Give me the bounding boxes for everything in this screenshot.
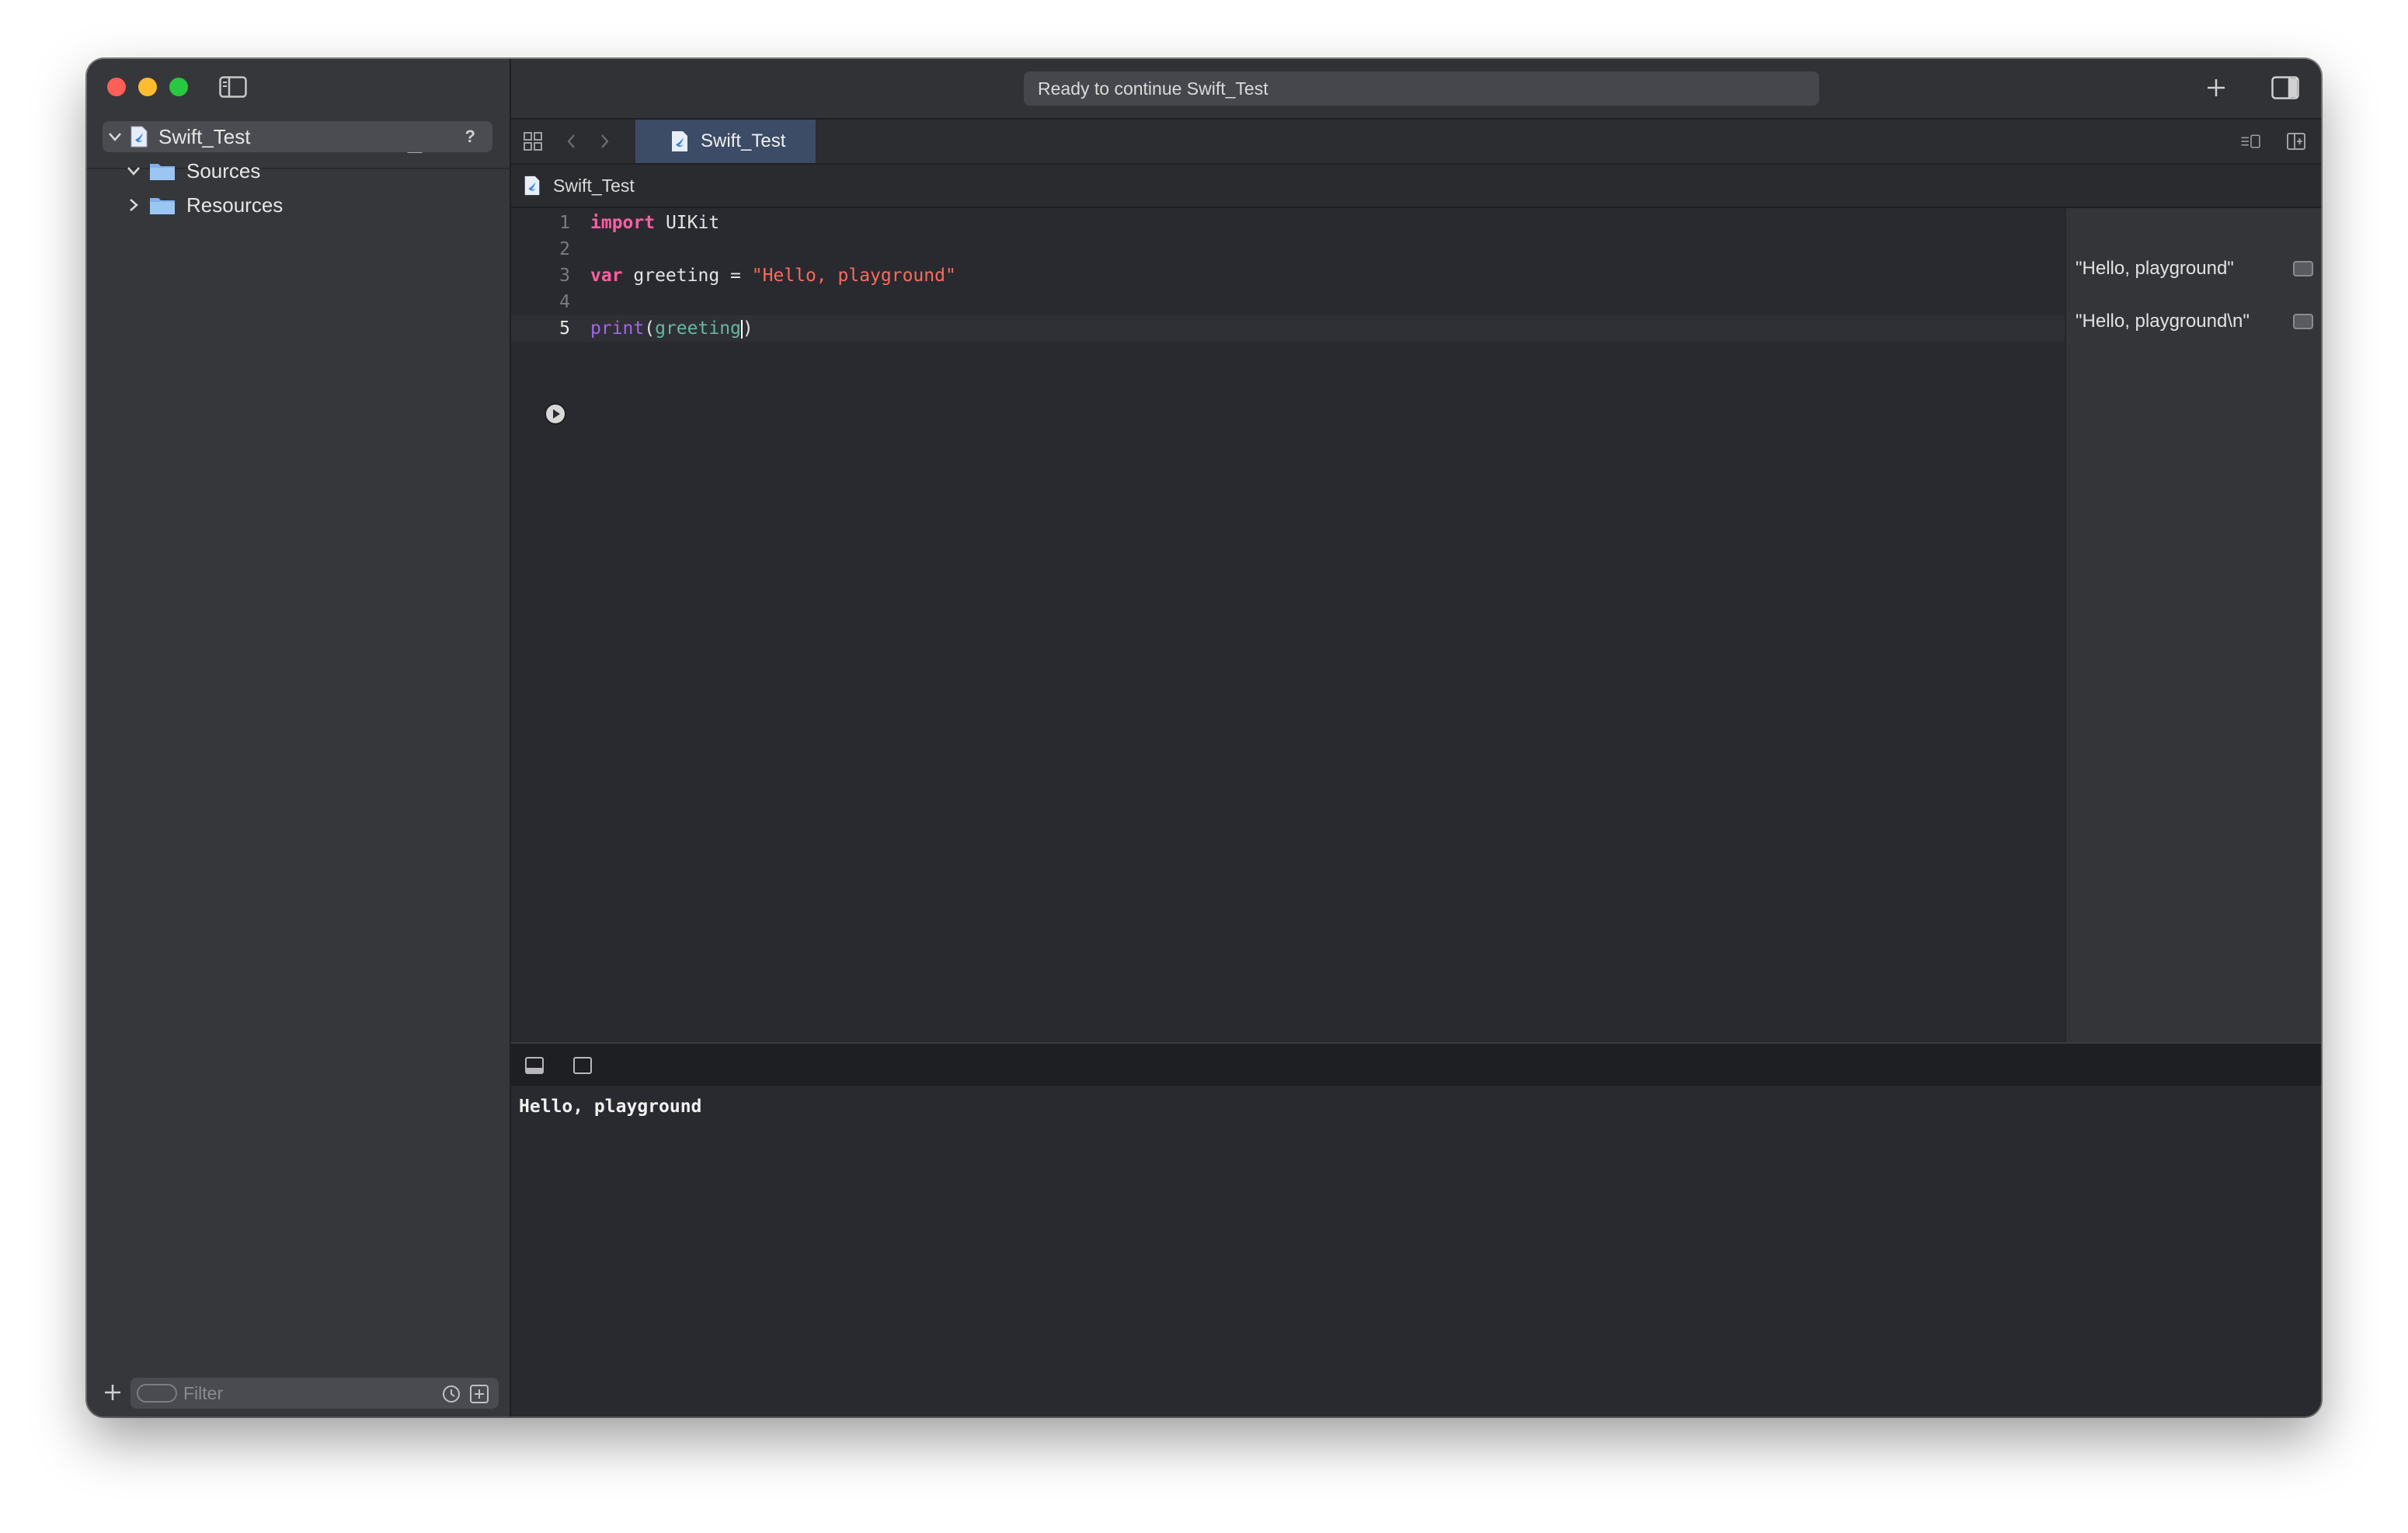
code-text: ) <box>742 318 753 339</box>
tab-label: Swift_Test <box>701 130 786 151</box>
sidebar-toggle-icon[interactable] <box>219 76 247 98</box>
sidebar-item-label: Resources <box>186 193 284 217</box>
close-window-button[interactable] <box>107 78 126 96</box>
code-line[interactable]: 2 <box>511 236 2065 262</box>
playground-file-icon <box>672 131 687 151</box>
code-text: ( <box>644 318 656 339</box>
related-items-grid-icon[interactable] <box>522 130 544 152</box>
scm-filter-icon[interactable] <box>469 1384 489 1404</box>
line-number: 3 <box>559 266 570 286</box>
breadcrumb[interactable]: Swift_Test <box>511 165 2321 208</box>
titlebar-left <box>87 59 510 118</box>
breadcrumb-item[interactable]: Swift_Test <box>553 176 635 196</box>
library-plus-icon[interactable] <box>2204 76 2228 99</box>
quick-look-icon[interactable] <box>2293 261 2313 276</box>
debug-bar <box>511 1042 2321 1087</box>
project-row-swift-test[interactable]: Swift_Test ? <box>103 121 492 152</box>
playground-file-icon <box>130 126 148 148</box>
tab-swift-test[interactable]: Swift_Test <box>635 120 816 163</box>
string-literal: "Hello, playground" <box>751 266 956 286</box>
sidebar-filter-bar: Filter <box>87 1371 510 1417</box>
chevron-down-icon[interactable] <box>106 127 124 146</box>
inspector-toggle-icon[interactable] <box>2271 76 2299 99</box>
line-number: 2 <box>559 239 570 259</box>
editor-area: Ready to continue Swift_Test Swift_Test … <box>511 59 2321 1417</box>
hide-debug-area-icon[interactable] <box>524 1055 545 1076</box>
line-number: 1 <box>559 213 570 233</box>
recent-files-clock-icon[interactable] <box>441 1384 461 1404</box>
folder-icon <box>150 164 175 180</box>
navigator-sidebar: Swift_Test ? Sources Resources Filter <box>87 59 511 1417</box>
toolbar: Ready to continue Swift_Test <box>511 59 2321 120</box>
console-toggle-icon[interactable] <box>572 1055 593 1076</box>
line-number: 5 <box>559 318 570 339</box>
code-line[interactable]: 1 import UIKit <box>511 210 2065 236</box>
console-output: Hello, playground <box>519 1097 702 1117</box>
sidebar-item-sources[interactable]: Sources <box>124 155 260 186</box>
code-text: greeting = <box>622 266 752 286</box>
project-name: Swift_Test <box>158 124 251 148</box>
sidebar-item-resources[interactable]: Resources <box>124 189 283 221</box>
filter-placeholder: Filter <box>183 1383 224 1403</box>
activity-status: Ready to continue Swift_Test <box>1024 71 1819 106</box>
chevron-down-icon[interactable] <box>124 162 143 180</box>
add-file-icon[interactable] <box>103 1382 123 1403</box>
keyword-token: var <box>590 266 623 286</box>
minimize-window-button[interactable] <box>138 78 157 96</box>
results-sidebar: "Hello, playground" "Hello, playground\n… <box>2065 208 2321 1042</box>
add-editor-icon[interactable] <box>2285 130 2307 152</box>
filter-options-icon[interactable] <box>137 1384 177 1403</box>
result-value-line-3: "Hello, playground" <box>2076 258 2234 279</box>
chevron-right-icon[interactable] <box>124 196 143 214</box>
run-playground-icon[interactable] <box>544 402 567 426</box>
filter-input[interactable]: Filter <box>130 1378 499 1409</box>
result-value-line-5: "Hello, playground\n" <box>2076 311 2250 332</box>
code-editor[interactable]: 1 import UIKit 2 3 var greeting = "Hello… <box>511 208 2065 1042</box>
console-output-area[interactable]: Hello, playground <box>511 1086 2321 1417</box>
variable-token: greeting <box>655 318 741 339</box>
code-line[interactable]: 3 var greeting = "Hello, playground" <box>511 262 2065 289</box>
line-number: 4 <box>559 292 570 312</box>
forward-chevron-icon[interactable] <box>593 130 615 152</box>
back-chevron-icon[interactable] <box>561 130 583 152</box>
playground-file-icon <box>524 176 540 196</box>
scm-status-badge: ? <box>465 127 475 146</box>
editor-options-icon[interactable] <box>2240 130 2262 152</box>
code-text: UIKit <box>655 213 720 233</box>
folder-icon <box>150 198 175 214</box>
sidebar-item-label: Sources <box>186 158 261 182</box>
keyword-token: import <box>590 213 656 233</box>
function-token: print <box>590 318 645 339</box>
code-line[interactable]: 4 <box>511 289 2065 315</box>
code-line-current[interactable]: 5 print(greeting) <box>511 315 2065 342</box>
quick-look-icon[interactable] <box>2293 314 2313 329</box>
zoom-window-button[interactable] <box>169 78 188 96</box>
tab-bar: Swift_Test <box>511 120 2321 165</box>
xcode-window: Swift_Test ? Sources Resources Filter Re… <box>87 59 2321 1417</box>
